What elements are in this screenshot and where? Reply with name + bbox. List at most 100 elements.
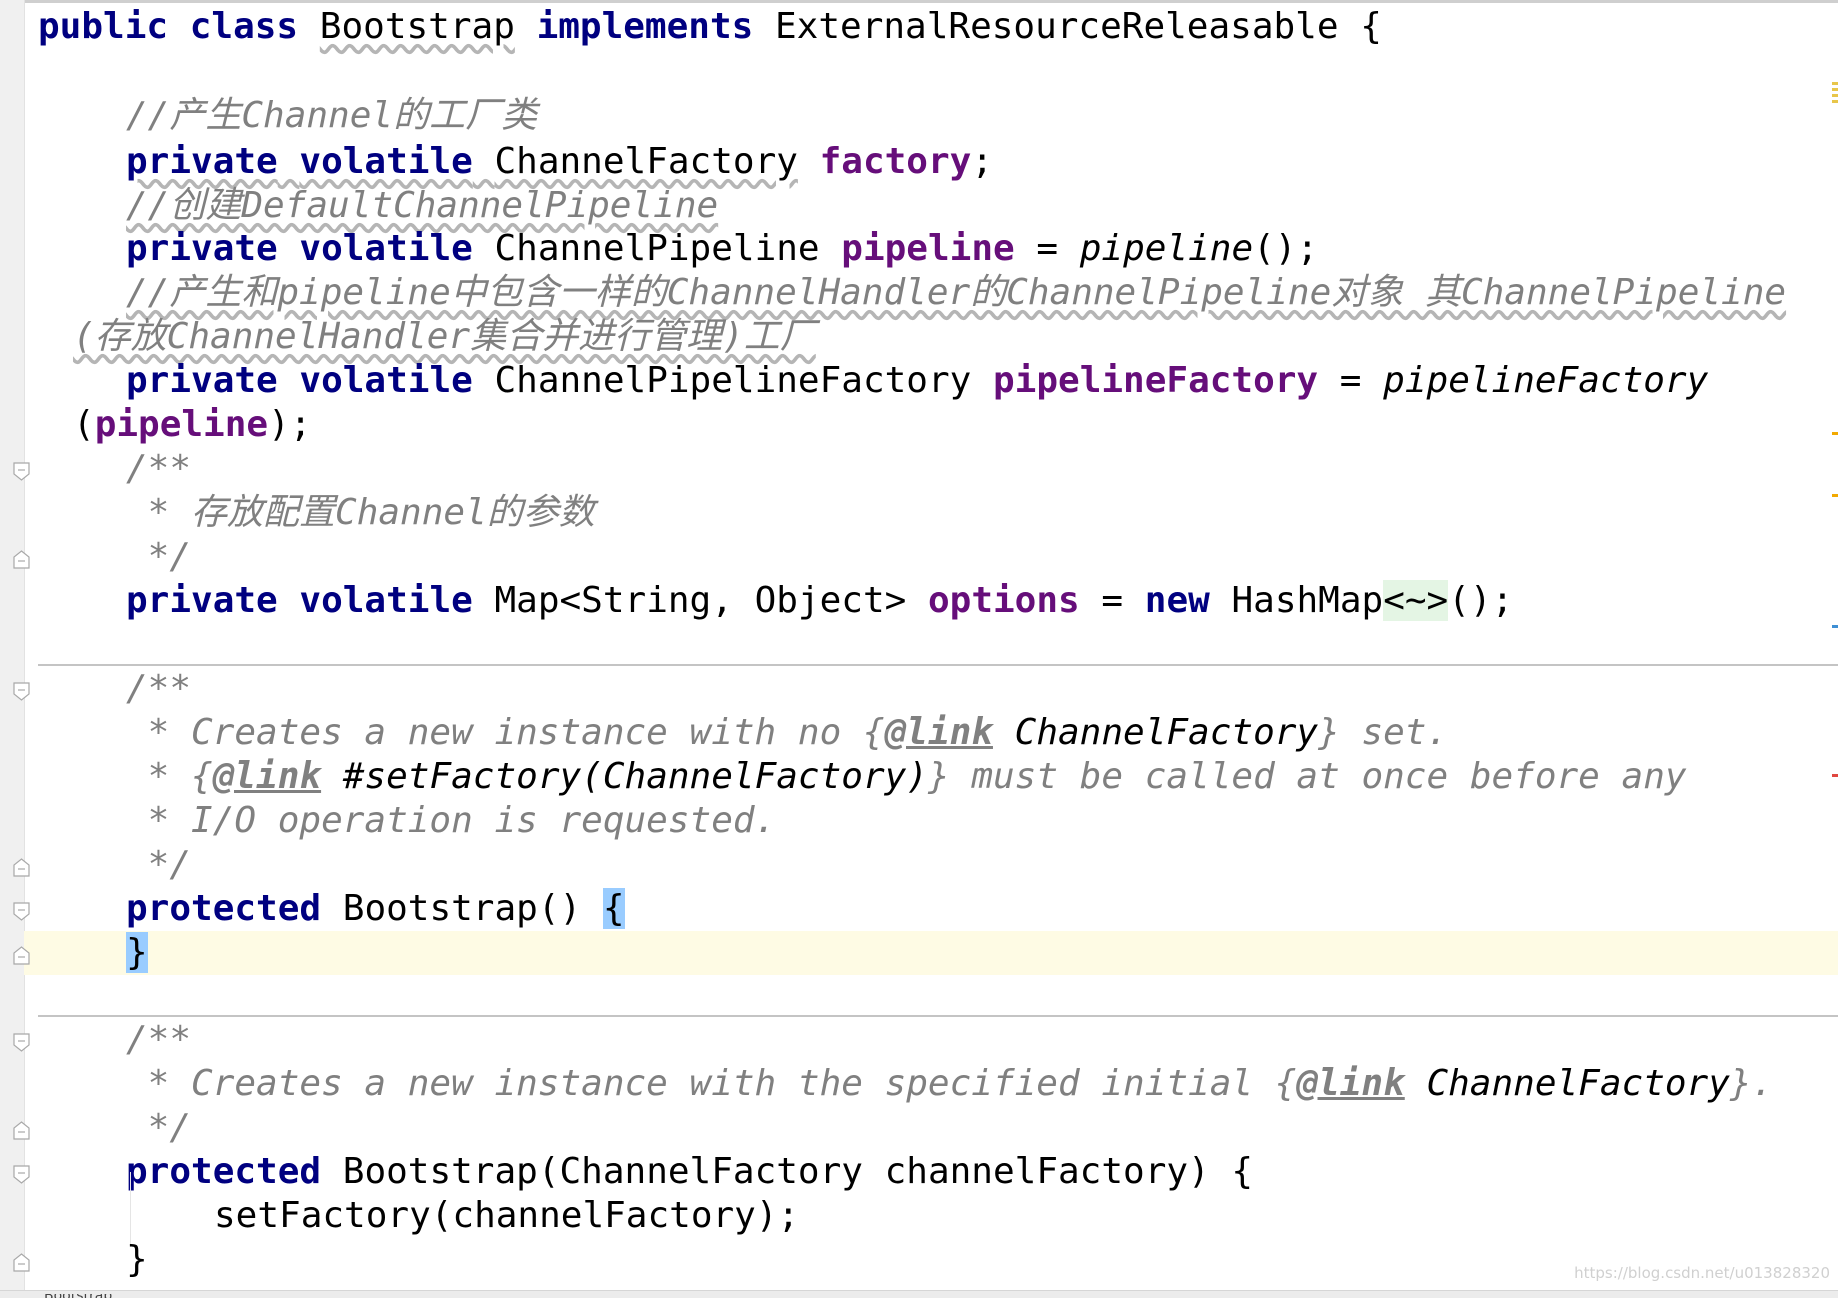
field-type: ChannelPipeline — [494, 228, 820, 269]
method-call-pipeline-factory: pipelineFactory — [1383, 360, 1709, 401]
editor-gutter — [0, 0, 25, 1298]
watermark: https://blog.csdn.net/u013828320 — [1574, 1264, 1830, 1282]
bottom-tab-label[interactable]: Bootstrap — [44, 1294, 112, 1298]
code-editor[interactable]: public class Bootstrap implements Extern… — [0, 0, 1838, 1298]
matched-open-brace: { — [602, 888, 625, 929]
javadoc-link-tag: @link — [884, 712, 993, 753]
keyword-class: class — [189, 6, 299, 47]
ctor-signature: Bootstrap(ChannelFactory channelFactory)… — [342, 1151, 1254, 1192]
error-stripe-warning-mark[interactable] — [1832, 494, 1838, 497]
javadoc-text: }. — [1729, 1063, 1774, 1104]
fold-end-icon[interactable] — [13, 1253, 30, 1272]
javadoc-text: * { — [126, 756, 213, 797]
error-stripe-warning-mark[interactable] — [1832, 94, 1838, 97]
fold-end-icon[interactable] — [13, 858, 30, 877]
javadoc-ctor1-open[interactable]: /** — [126, 667, 191, 711]
method-separator — [38, 1015, 1838, 1017]
field-type: ChannelPipelineFactory — [494, 360, 972, 401]
fold-collapse-icon[interactable] — [13, 1165, 30, 1184]
fold-collapse-icon[interactable] — [13, 462, 30, 481]
class-name: Bootstrap — [319, 6, 515, 47]
code-line-field-options[interactable]: private volatile Map<String, Object> opt… — [126, 579, 1513, 623]
keyword-private: private — [126, 141, 278, 182]
fold-end-icon[interactable] — [13, 550, 30, 569]
code-line-field-pipeline-factory[interactable]: private volatile ChannelPipelineFactory … — [126, 359, 1708, 403]
assign-operator: = — [1339, 360, 1362, 401]
javadoc-ctor2-open[interactable]: /** — [126, 1018, 191, 1062]
current-line-highlight — [24, 931, 1838, 975]
field-name-options: options — [927, 580, 1080, 621]
fold-end-icon[interactable] — [13, 946, 30, 965]
keyword-volatile: volatile — [299, 580, 473, 621]
editor-bottom-bar — [0, 1290, 1838, 1298]
interface-name: ExternalResourceReleasable — [775, 6, 1339, 47]
fold-collapse-icon[interactable] — [13, 1033, 30, 1052]
javadoc-text: * Creates a new instance with no { — [126, 712, 885, 753]
code-line-ctor1-close[interactable]: } — [126, 931, 148, 975]
javadoc-ctor2-line1[interactable]: * Creates a new instance with the specif… — [126, 1062, 1774, 1106]
assign-operator: = — [1101, 580, 1124, 621]
error-stripe-warning-mark[interactable] — [1832, 100, 1838, 103]
code-line-ctor2-body[interactable]: setFactory(channelFactory); — [214, 1194, 799, 1238]
fold-collapse-icon[interactable] — [13, 902, 30, 921]
argument-pipeline: pipeline — [94, 404, 269, 445]
keyword-volatile: volatile — [299, 141, 473, 182]
constructor-hashmap: HashMap — [1231, 580, 1384, 621]
field-name-pipeline: pipeline — [841, 228, 1015, 269]
error-stripe-warning-mark[interactable] — [1832, 82, 1838, 85]
keyword-volatile: volatile — [299, 228, 473, 269]
matched-close-brace: } — [126, 932, 148, 973]
call-tail: ); — [268, 404, 312, 445]
keyword-volatile: volatile — [299, 360, 473, 401]
keyword-private: private — [126, 360, 278, 401]
comment-pipeline-factory-line1[interactable]: //产生和pipeline中包含一样的ChannelHandler的Channe… — [126, 271, 1786, 315]
error-stripe-warning-mark[interactable] — [1832, 88, 1838, 91]
field-name-pipeline-factory: pipelineFactory — [993, 360, 1319, 401]
open-paren: ( — [73, 404, 95, 445]
code-line-field-pipeline[interactable]: private volatile ChannelPipeline pipelin… — [126, 227, 1318, 271]
semicolon: ; — [971, 141, 994, 182]
call-tail: (); — [1253, 228, 1319, 269]
diamond-folded-type[interactable]: <~> — [1383, 580, 1449, 621]
javadoc-ctor1-line2[interactable]: * {@link #setFactory(ChannelFactory)} mu… — [126, 755, 1687, 799]
comment-pipeline-factory-line2[interactable]: (存放ChannelHandler集合并进行管理)工厂 — [73, 315, 816, 359]
javadoc-options-body[interactable]: * 存放配置Channel的参数 — [126, 491, 595, 535]
fold-end-icon[interactable] — [13, 1121, 30, 1140]
keyword-private: private — [126, 580, 278, 621]
javadoc-link-tag: @link — [212, 756, 322, 797]
fold-collapse-icon[interactable] — [13, 682, 30, 701]
code-line-ctor1-signature[interactable]: protected Bootstrap() { — [126, 887, 625, 931]
javadoc-text: } set. — [1318, 712, 1449, 753]
javadoc-link-ref[interactable]: ChannelFactory — [1426, 1063, 1729, 1104]
keyword-public: public — [38, 6, 169, 47]
keyword-new: new — [1144, 580, 1210, 621]
code-line-field-factory[interactable]: private volatile ChannelFactory factory; — [126, 140, 993, 184]
javadoc-link-tag: @link — [1296, 1063, 1405, 1104]
javadoc-options-open[interactable]: /** — [126, 447, 191, 491]
comment-pipeline[interactable]: //创建DefaultChannelPipeline — [126, 184, 718, 228]
code-line-class-declaration[interactable]: public class Bootstrap implements Extern… — [38, 5, 1382, 49]
javadoc-link-ref[interactable]: ChannelFactory — [1015, 712, 1318, 753]
code-line-ctor2-signature[interactable]: protected Bootstrap(ChannelFactory chann… — [126, 1150, 1253, 1194]
javadoc-ctor1-line3[interactable]: * I/O operation is requested. — [126, 799, 777, 843]
javadoc-ctor1-close[interactable]: */ — [126, 843, 191, 887]
javadoc-link-ref[interactable]: #setFactory(ChannelFactory) — [343, 756, 928, 797]
javadoc-options-close[interactable]: */ — [126, 535, 191, 579]
assign-operator: = — [1036, 228, 1059, 269]
error-stripe-warning-mark[interactable] — [1832, 432, 1838, 435]
editor-top-border — [0, 0, 1838, 3]
comment-factory[interactable]: //产生Channel的工厂类 — [126, 94, 537, 138]
keyword-implements: implements — [536, 6, 754, 47]
javadoc-ctor1-line1[interactable]: * Creates a new instance with no {@link … — [126, 711, 1448, 755]
javadoc-text: } must be called at once before any — [927, 756, 1687, 797]
code-line-ctor2-close[interactable]: } — [126, 1238, 148, 1282]
indent-guide — [130, 1172, 131, 1247]
error-stripe-info-mark[interactable] — [1832, 625, 1838, 628]
error-stripe-error-mark[interactable] — [1832, 774, 1838, 777]
javadoc-ctor2-close[interactable]: */ — [126, 1106, 191, 1150]
javadoc-text: * Creates a new instance with the specif… — [126, 1063, 1297, 1104]
method-call-pipeline: pipeline — [1079, 228, 1254, 269]
field-name-factory: factory — [819, 141, 972, 182]
code-line-field-pipeline-factory-cont[interactable]: (pipeline); — [73, 403, 311, 447]
open-brace: { — [1360, 6, 1382, 47]
